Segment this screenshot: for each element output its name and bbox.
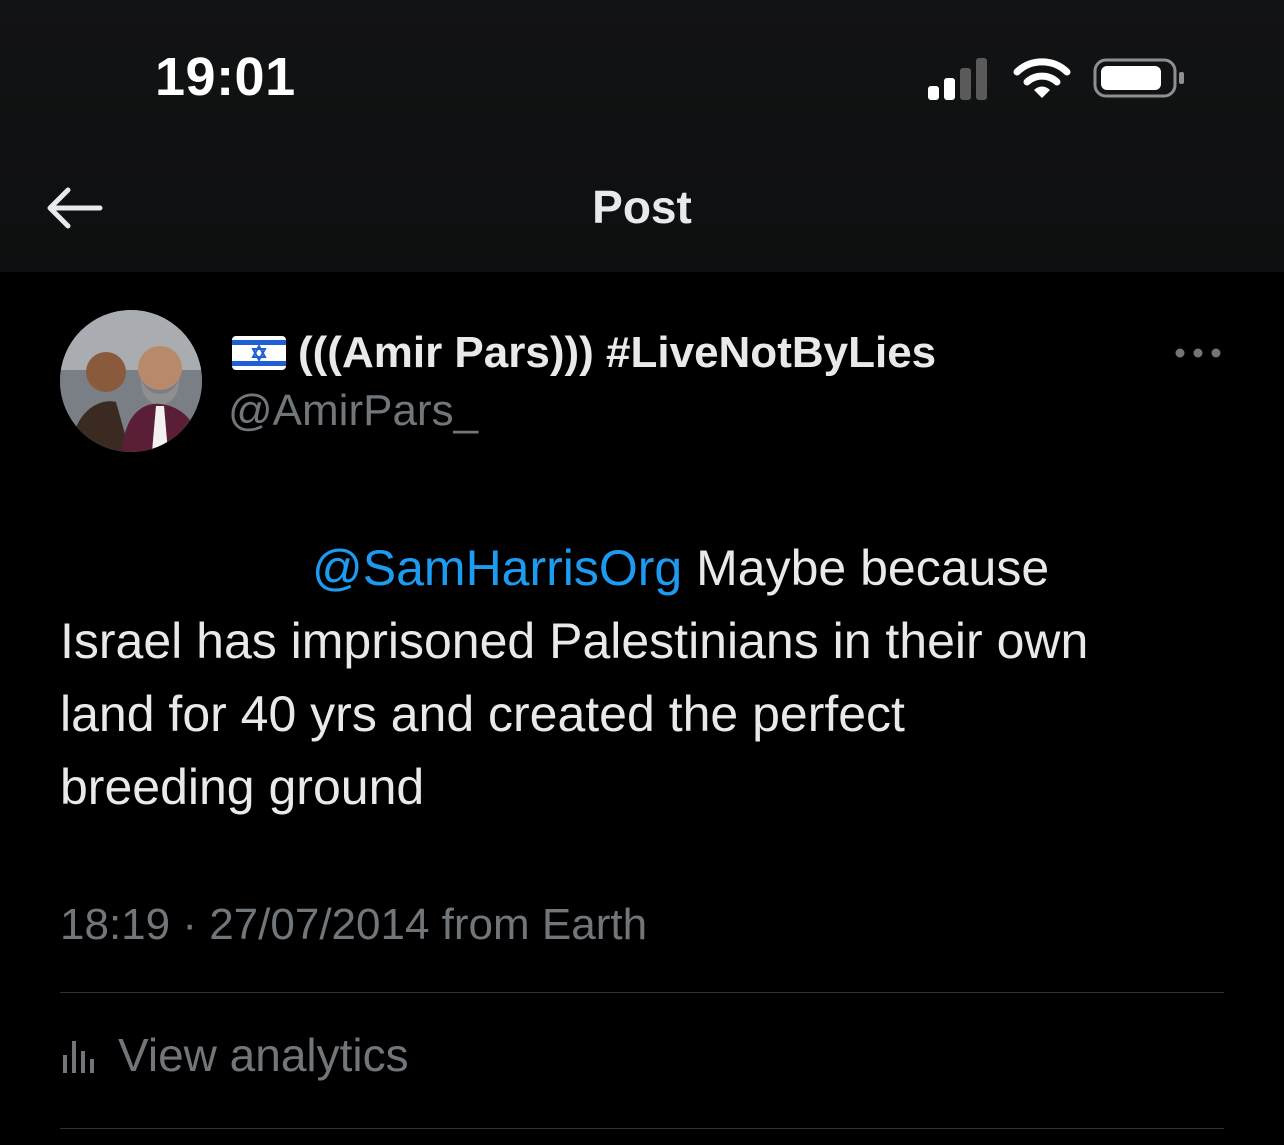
profile-avatar[interactable]: [60, 310, 202, 452]
status-icons: [920, 52, 1190, 102]
wifi-icon: [1013, 58, 1071, 98]
author-handle[interactable]: @AmirPars_: [228, 386, 478, 436]
post-text-line-2: Israel has imprisoned Palestinians in th…: [60, 613, 1089, 669]
author-display-name[interactable]: (((Amir Pars))) #LiveNotByLies: [298, 328, 936, 378]
analytics-icon: [63, 1041, 94, 1073]
view-analytics-button[interactable]: View analytics: [60, 1025, 409, 1085]
post-text-line-3: land for 40 yrs and created the perfect: [60, 686, 905, 742]
post-text-line-1: @SamHarrisOrg Maybe because: [60, 532, 1230, 605]
status-time: 19:01: [155, 47, 296, 107]
post-text: @SamHarrisOrg Maybe because Israel has i…: [60, 532, 1230, 824]
author-name-row[interactable]: (((Amir Pars))) #LiveNotByLies: [232, 327, 936, 379]
mention-link[interactable]: @SamHarrisOrg: [312, 540, 682, 596]
cellular-signal-icon: [928, 56, 998, 100]
divider: [60, 992, 1224, 993]
post-text-line-1-rest: Maybe because: [682, 540, 1050, 596]
page-title: Post: [592, 181, 692, 233]
more-options-icon[interactable]: [1170, 338, 1226, 368]
israel-flag-icon: [232, 336, 286, 370]
battery-icon: [1093, 58, 1184, 98]
analytics-label[interactable]: View analytics: [118, 1028, 409, 1082]
post-timestamp: 18:19 · 27/07/2014 from Earth: [60, 900, 648, 949]
top-navigation-area: 19:01 Post: [0, 0, 1284, 272]
post-text-line-4: breeding ground: [60, 759, 425, 815]
divider: [60, 1128, 1224, 1129]
